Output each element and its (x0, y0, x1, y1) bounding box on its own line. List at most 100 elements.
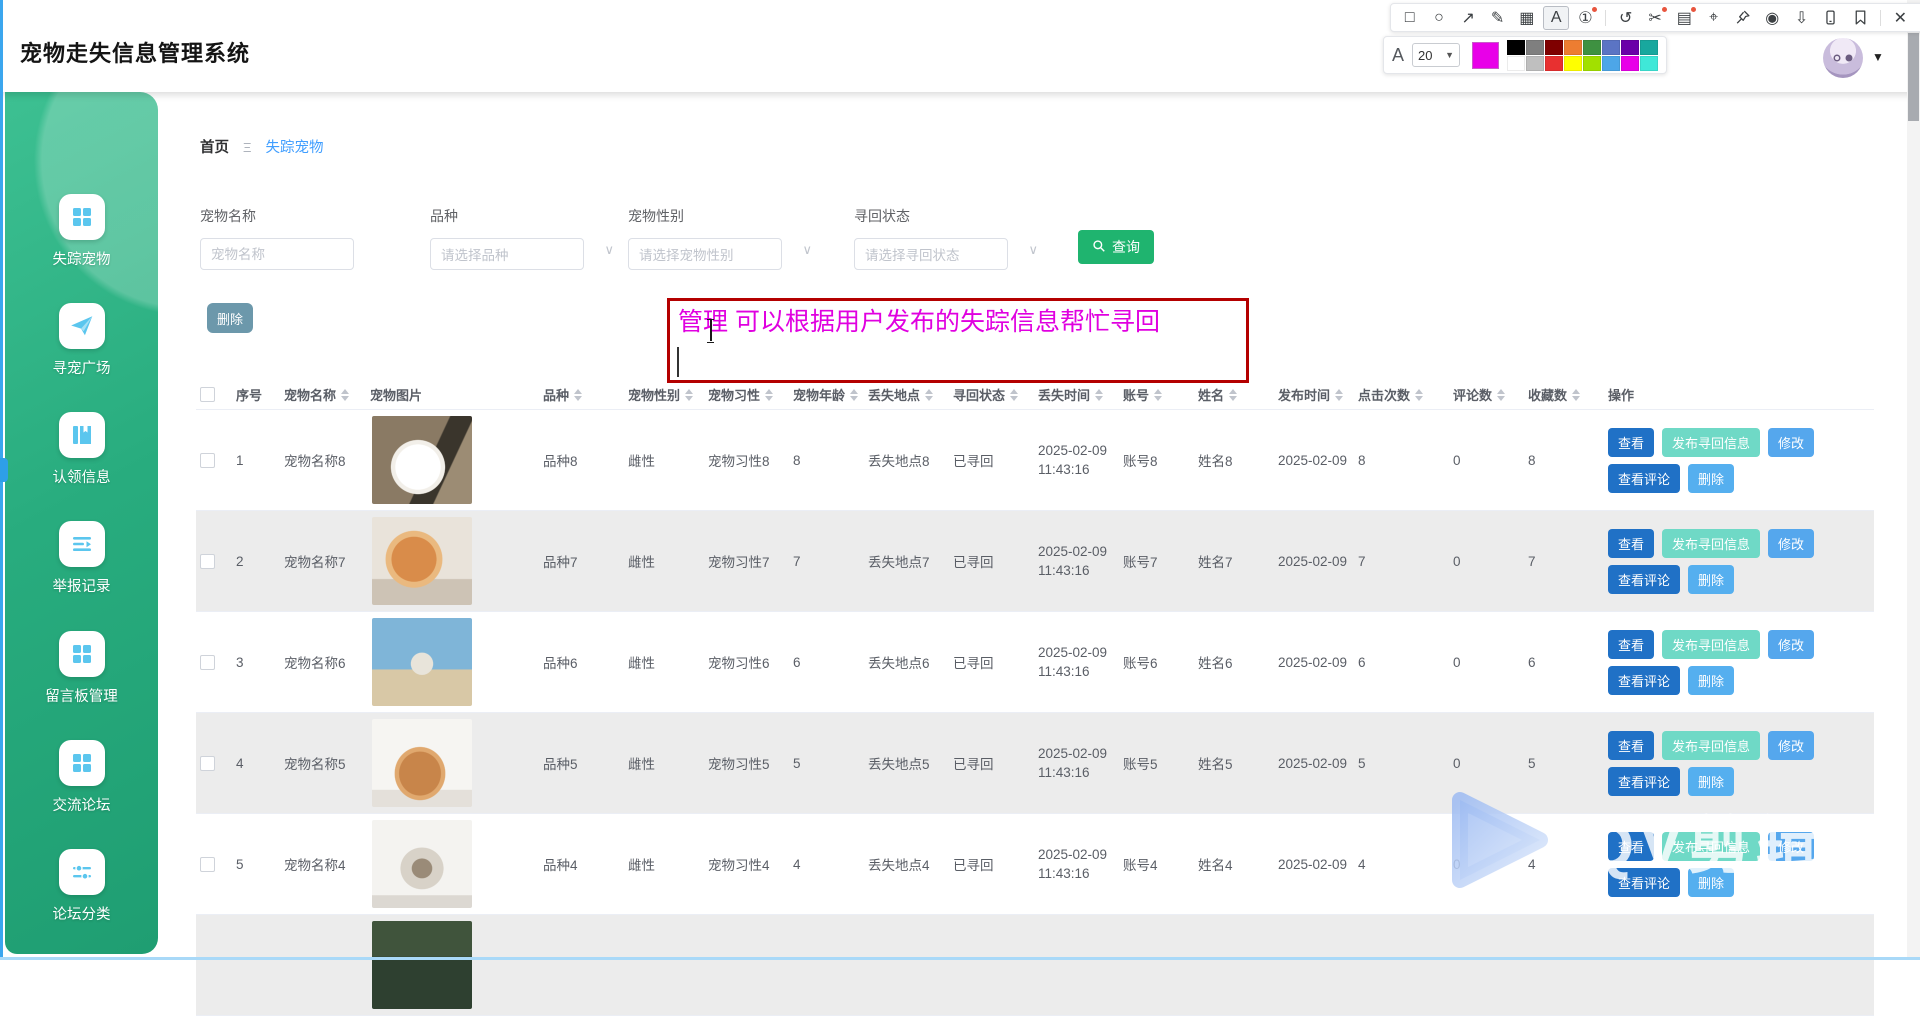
sort-caret-icon[interactable] (765, 389, 773, 401)
column-header-account[interactable]: 账号 (1119, 385, 1194, 404)
favorite-icon[interactable] (1847, 6, 1872, 30)
palette-color-swatch[interactable] (1621, 56, 1639, 71)
palette-color-swatch[interactable] (1507, 56, 1525, 71)
ellipse-icon[interactable]: ○ (1426, 6, 1451, 30)
sidebar-item-6[interactable]: 交流论坛 (53, 740, 111, 815)
delete-button[interactable]: 删除 (1688, 464, 1734, 493)
edit-button[interactable]: 修改 (1768, 832, 1814, 861)
view-button[interactable]: 查看 (1608, 428, 1654, 457)
view-comments-button[interactable]: 查看评论 (1608, 565, 1680, 594)
batch-delete-button[interactable]: 删除 (207, 303, 253, 333)
scrollbar-thumb[interactable] (1908, 33, 1919, 121)
edit-button[interactable]: 修改 (1768, 529, 1814, 558)
palette-color-swatch[interactable] (1526, 56, 1544, 71)
mosaic-icon[interactable]: ▦ (1514, 6, 1539, 30)
column-header-location[interactable]: 丢失地点 (864, 385, 949, 404)
view-comments-button[interactable]: 查看评论 (1608, 868, 1680, 897)
sort-caret-icon[interactable] (1572, 389, 1580, 401)
view-button[interactable]: 查看 (1608, 630, 1654, 659)
column-header-name[interactable]: 宠物名称 (280, 385, 366, 404)
view-button[interactable]: 查看 (1608, 832, 1654, 861)
palette-color-swatch[interactable] (1526, 40, 1544, 55)
current-color-swatch[interactable] (1472, 42, 1499, 69)
palette-color-swatch[interactable] (1621, 40, 1639, 55)
delete-button[interactable]: 删除 (1688, 868, 1734, 897)
edit-button[interactable]: 修改 (1768, 428, 1814, 457)
scroll-capture-icon[interactable]: ⌖ (1701, 6, 1726, 30)
column-header-owner[interactable]: 姓名 (1194, 385, 1274, 404)
row-checkbox[interactable] (200, 655, 215, 670)
status-select-caret-icon[interactable]: ∨ (1028, 242, 1038, 258)
user-avatar[interactable] (1823, 38, 1863, 78)
text-icon[interactable]: A (1543, 6, 1568, 30)
palette-color-swatch[interactable] (1640, 56, 1658, 71)
sort-caret-icon[interactable] (925, 389, 933, 401)
sidebar-collapse-tab[interactable] (0, 458, 8, 482)
view-button[interactable]: 查看 (1608, 731, 1654, 760)
row-checkbox[interactable] (200, 453, 215, 468)
sidebar-item-5[interactable]: 留言板管理 (45, 631, 118, 706)
sidebar-item-7[interactable]: 论坛分类 (53, 849, 111, 924)
publish-recovery-info-button[interactable]: 发布寻回信息 (1662, 630, 1760, 659)
view-comments-button[interactable]: 查看评论 (1608, 767, 1680, 796)
palette-color-swatch[interactable] (1507, 40, 1525, 55)
ocr-icon[interactable]: ▤ (1672, 6, 1697, 30)
sort-caret-icon[interactable] (1415, 389, 1423, 401)
breadcrumb-current-link[interactable]: 失踪宠物 (266, 140, 324, 156)
palette-color-swatch[interactable] (1583, 56, 1601, 71)
sort-caret-icon[interactable] (1229, 389, 1237, 401)
publish-recovery-info-button[interactable]: 发布寻回信息 (1662, 731, 1760, 760)
palette-color-swatch[interactable] (1602, 56, 1620, 71)
breed-select[interactable]: 请选择品种 (430, 238, 584, 270)
publish-recovery-info-button[interactable]: 发布寻回信息 (1662, 832, 1760, 861)
sort-caret-icon[interactable] (850, 389, 858, 401)
column-header-favorites[interactable]: 收藏数 (1524, 385, 1604, 404)
palette-color-swatch[interactable] (1564, 56, 1582, 71)
publish-recovery-info-button[interactable]: 发布寻回信息 (1662, 428, 1760, 457)
number-badge-icon[interactable]: ① (1573, 6, 1598, 30)
sort-caret-icon[interactable] (1154, 389, 1162, 401)
sidebar-item-3[interactable]: 认领信息 (53, 412, 111, 487)
view-button[interactable]: 查看 (1608, 529, 1654, 558)
scrollbar[interactable] (1907, 0, 1920, 960)
pin-icon[interactable] (1730, 6, 1755, 30)
status-select[interactable]: 请选择寻回状态 (854, 238, 1008, 270)
gender-select[interactable]: 请选择宠物性别 (628, 238, 782, 270)
save-icon[interactable]: ⇩ (1789, 6, 1814, 30)
sidebar-item-1[interactable]: 失踪宠物 (53, 194, 111, 269)
palette-color-swatch[interactable] (1564, 40, 1582, 55)
column-header-age[interactable]: 宠物年龄 (789, 385, 864, 404)
sort-caret-icon[interactable] (1095, 389, 1103, 401)
column-header-clicks[interactable]: 点击次数 (1354, 385, 1449, 404)
delete-button[interactable]: 删除 (1688, 565, 1734, 594)
font-size-select[interactable]: 20 ▼ (1412, 43, 1460, 67)
sort-caret-icon[interactable] (1010, 389, 1018, 401)
column-header-habit[interactable]: 宠物习性 (704, 385, 789, 404)
user-menu-caret-icon[interactable]: ▼ (1872, 50, 1884, 64)
send-to-phone-icon[interactable] (1818, 6, 1843, 30)
row-checkbox[interactable] (200, 756, 215, 771)
sort-caret-icon[interactable] (574, 389, 582, 401)
sidebar-item-2[interactable]: 寻宠广场 (53, 303, 111, 378)
annotation-text-box[interactable]: 管理 可以根据用户发布的失踪信息帮忙寻回 (667, 298, 1249, 383)
column-header-breed[interactable]: 品种 (539, 385, 624, 404)
column-header-publish_date[interactable]: 发布时间 (1274, 385, 1354, 404)
row-checkbox[interactable] (200, 857, 215, 872)
palette-color-swatch[interactable] (1602, 40, 1620, 55)
sort-caret-icon[interactable] (685, 389, 693, 401)
column-header-comments[interactable]: 评论数 (1449, 385, 1524, 404)
pet-name-input[interactable] (200, 238, 354, 270)
sort-caret-icon[interactable] (1335, 389, 1343, 401)
palette-color-swatch[interactable] (1545, 56, 1563, 71)
pen-icon[interactable]: ✎ (1485, 6, 1510, 30)
palette-color-swatch[interactable] (1583, 40, 1601, 55)
arrow-icon[interactable]: ↗ (1456, 6, 1481, 30)
publish-recovery-info-button[interactable]: 发布寻回信息 (1662, 529, 1760, 558)
breadcrumb-home-link[interactable]: 首页 (200, 140, 229, 156)
scissors-icon[interactable]: ✂ (1642, 6, 1667, 30)
column-header-status[interactable]: 寻回状态 (949, 385, 1034, 404)
sidebar-item-4[interactable]: 举报记录 (53, 521, 111, 596)
palette-color-swatch[interactable] (1545, 40, 1563, 55)
sort-caret-icon[interactable] (341, 389, 349, 401)
edit-button[interactable]: 修改 (1768, 731, 1814, 760)
